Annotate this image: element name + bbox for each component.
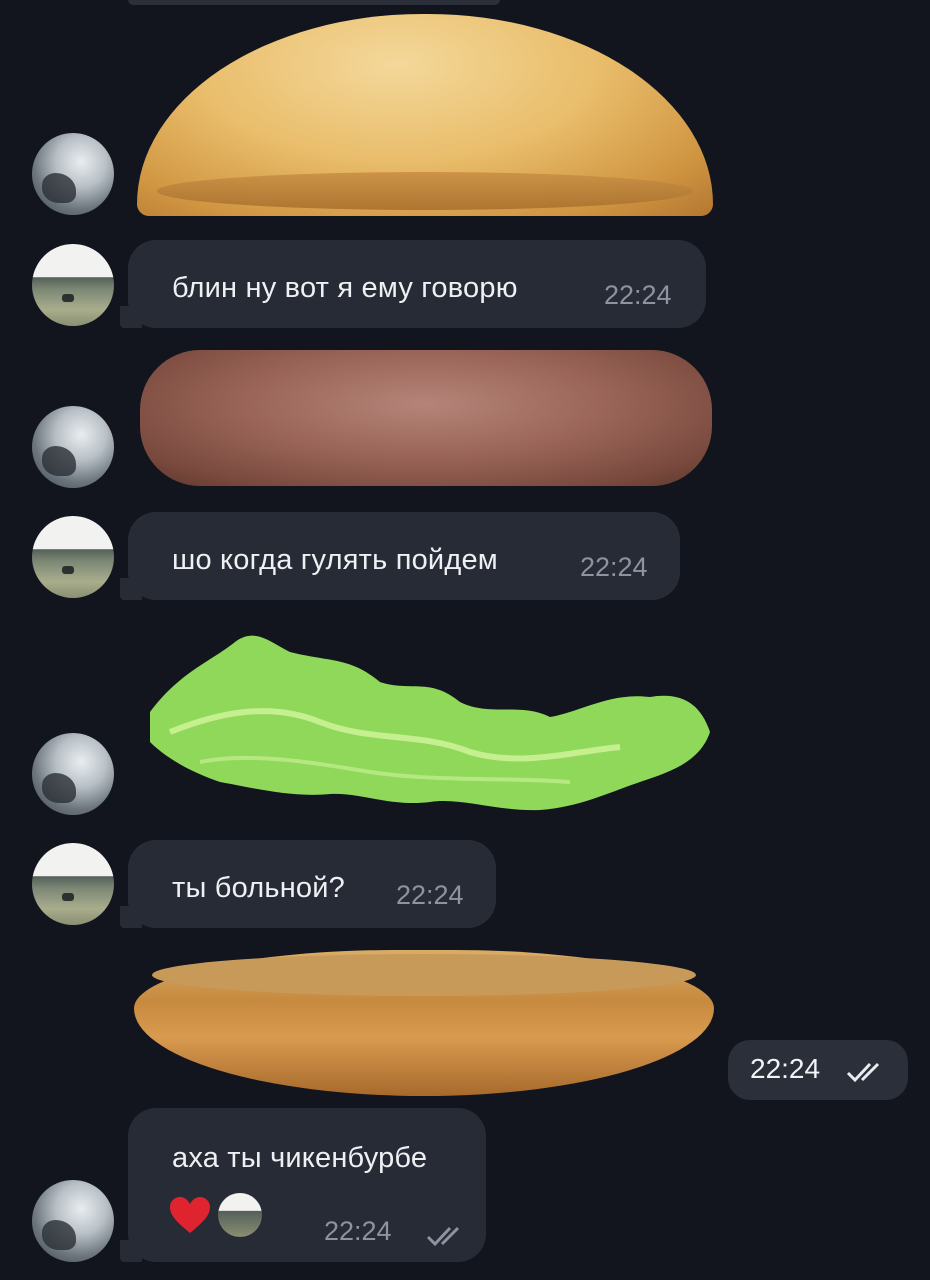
heart-icon[interactable]	[168, 1195, 212, 1235]
avatar-user-b[interactable]	[32, 843, 114, 925]
previous-message-edge	[128, 0, 500, 5]
avatar-user-a[interactable]	[32, 733, 114, 815]
message-time: 22:24	[604, 280, 672, 310]
sticker-time-badge: 22:24	[728, 1040, 908, 1100]
avatar-user-b[interactable]	[32, 244, 114, 326]
sticker-patty[interactable]	[140, 350, 712, 486]
message-time: 22:24	[396, 880, 464, 910]
reaction-avatar	[218, 1193, 262, 1237]
bubble-tail	[120, 578, 142, 600]
message-bubble[interactable]: ты больной? 22:24	[120, 840, 496, 928]
avatar-user-a[interactable]	[32, 406, 114, 488]
double-check-icon	[426, 1226, 460, 1247]
bubble-tail	[120, 306, 142, 328]
message-text: ты больной?	[172, 872, 345, 904]
message-bubble[interactable]: шо когда гулять пойдем 22:24	[120, 512, 680, 600]
sticker-top-bun[interactable]	[137, 14, 713, 216]
sticker-lettuce[interactable]	[140, 622, 712, 822]
double-check-icon	[846, 1062, 880, 1083]
message-text: блин ну вот я ему говорю	[172, 272, 518, 304]
bubble-tail	[120, 906, 142, 928]
message-bubble[interactable]: аха ты чикенбурбе 22:24	[120, 1108, 486, 1262]
message-text: аха ты чикенбурбе	[172, 1142, 428, 1174]
avatar-user-a[interactable]	[32, 133, 114, 215]
sticker-bottom-bun[interactable]	[134, 950, 714, 1096]
message-time: 22:24	[324, 1216, 392, 1246]
message-bubble[interactable]: блин ну вот я ему говорю 22:24	[120, 240, 706, 328]
bubble-tail	[120, 1240, 142, 1262]
message-text: шо когда гулять пойдем	[172, 544, 498, 576]
message-time: 22:24	[580, 552, 648, 582]
message-time: 22:24	[750, 1053, 821, 1084]
avatar-user-a[interactable]	[32, 1180, 114, 1262]
avatar-user-b[interactable]	[32, 516, 114, 598]
